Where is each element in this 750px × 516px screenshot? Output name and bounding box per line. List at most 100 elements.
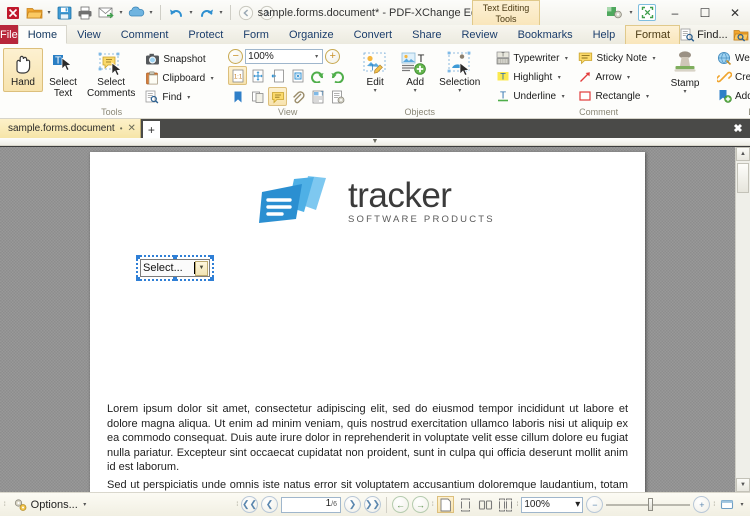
page-number-field[interactable]: 1 /6	[280, 496, 341, 513]
select-text-button[interactable]: T Select Text	[43, 48, 83, 102]
customize-caret-icon[interactable]: ▾	[627, 9, 635, 16]
two-pages-button[interactable]	[477, 496, 494, 513]
content-pane-button[interactable]: T	[308, 87, 327, 106]
single-page-continuous-button[interactable]	[457, 496, 474, 513]
maximize-button[interactable]: ☐	[690, 0, 720, 25]
scrollbar-thumb[interactable]	[737, 163, 749, 193]
prev-page-button[interactable]: ❮	[260, 496, 278, 513]
edit-caret-icon[interactable]: ▾	[374, 88, 377, 94]
tab-organize[interactable]: Organize	[279, 25, 344, 44]
arrow-caret-icon[interactable]: ▾	[625, 74, 633, 81]
pdf-page[interactable]: tracker SOFTWARE PRODUCTS Select... ▼ Lo…	[90, 152, 645, 492]
find-caret-icon[interactable]: ▾	[185, 94, 193, 101]
selection-button[interactable]: Selection ▾	[435, 48, 484, 97]
zoom-in-button[interactable]: +	[325, 49, 341, 64]
web-links-button[interactable]: Web Links ▾	[713, 49, 750, 67]
open-file-icon[interactable]	[24, 3, 44, 23]
email-caret-icon[interactable]: ▾	[117, 9, 125, 16]
thumbnails-pane-button[interactable]	[248, 87, 267, 106]
actual-size-button[interactable]: 1:1	[228, 66, 248, 85]
last-page-button[interactable]: ❯❯	[363, 496, 381, 513]
selection-caret-icon[interactable]: ▾	[458, 88, 461, 94]
fullscreen-icon[interactable]	[638, 4, 656, 21]
select-comments-button[interactable]: Select Comments	[83, 48, 139, 102]
fit-page-button[interactable]	[248, 66, 267, 85]
app-logo-icon[interactable]	[3, 3, 23, 23]
contextual-tab-text-editing-tools[interactable]: Text Editing Tools	[472, 0, 540, 25]
tab-comment[interactable]: Comment	[111, 25, 179, 44]
rotate-cw-button[interactable]	[328, 66, 347, 85]
email-icon[interactable]	[96, 3, 116, 23]
zoom-out-button[interactable]: −	[228, 49, 244, 64]
zoom-slider[interactable]	[606, 496, 691, 513]
previous-view-button[interactable]: ←	[391, 496, 409, 513]
cloud-caret-icon[interactable]: ▾	[147, 9, 155, 16]
sticky-note-caret-icon[interactable]: ▾	[650, 55, 658, 62]
customize-icon[interactable]	[604, 3, 624, 23]
bookmarks-pane-button[interactable]	[228, 87, 247, 106]
fit-visible-button[interactable]	[288, 66, 307, 85]
comments-pane-button[interactable]	[268, 87, 288, 106]
tab-form[interactable]: Form	[233, 25, 279, 44]
status-zoom-in-button[interactable]: +	[693, 496, 711, 513]
fit-mode-button[interactable]	[718, 496, 735, 513]
new-tab-button[interactable]: +	[142, 121, 160, 138]
redo-caret-icon[interactable]: ▾	[217, 9, 225, 16]
save-icon[interactable]	[54, 3, 74, 23]
arrow-button[interactable]: Arrow ▾	[574, 68, 662, 86]
attachments-pane-button[interactable]	[288, 87, 307, 106]
edit-objects-button[interactable]: T Edit ▾	[355, 48, 395, 97]
add-caret-icon[interactable]: ▾	[414, 88, 417, 94]
tab-convert[interactable]: Convert	[344, 25, 403, 44]
typewriter-caret-icon[interactable]: ▾	[562, 55, 570, 62]
zoom-slider-knob[interactable]	[648, 498, 654, 511]
redo-icon[interactable]	[196, 3, 216, 23]
stamp-caret-icon[interactable]: ▾	[684, 89, 687, 95]
undo-caret-icon[interactable]: ▾	[187, 9, 195, 16]
tab-file[interactable]: File	[0, 25, 18, 44]
stamp-button[interactable]: Stamp ▾	[665, 49, 705, 98]
snapshot-button[interactable]: Snapshot	[141, 50, 220, 68]
properties-pane-button[interactable]	[328, 87, 347, 106]
rectangle-button[interactable]: Rectangle ▾	[574, 87, 662, 105]
tab-view[interactable]: View	[67, 25, 111, 44]
undo-icon[interactable]	[166, 3, 186, 23]
scroll-up-button[interactable]: ▲	[736, 147, 750, 161]
open-caret-icon[interactable]: ▾	[45, 9, 53, 16]
minimize-button[interactable]: –	[660, 0, 690, 25]
highlight-button[interactable]: T Highlight ▾	[492, 68, 574, 86]
zoom-level-combo[interactable]: 100% ▾	[245, 49, 324, 64]
tab-format[interactable]: Format	[625, 25, 681, 44]
tab-home[interactable]: Home	[17, 25, 68, 44]
status-zoom-caret-icon[interactable]: ▾	[575, 499, 580, 510]
find-button[interactable]: Find...	[680, 28, 728, 42]
tab-review[interactable]: Review	[451, 25, 507, 44]
clipboard-button[interactable]: Clipboard ▾	[141, 69, 220, 87]
tab-bookmarks[interactable]: Bookmarks	[508, 25, 583, 44]
next-page-button[interactable]: ❯	[343, 496, 361, 513]
zoom-combo-caret-icon[interactable]: ▾	[313, 53, 320, 60]
rotate-ccw-button[interactable]	[308, 66, 327, 85]
print-icon[interactable]	[75, 3, 95, 23]
document-tab-close-icon[interactable]: ✕	[128, 123, 136, 134]
highlight-caret-icon[interactable]: ▾	[555, 74, 563, 81]
scroll-down-button[interactable]: ▼	[736, 478, 750, 492]
sticky-note-button[interactable]: Sticky Note ▾	[574, 49, 662, 67]
next-view-icon[interactable]	[257, 3, 277, 23]
fit-mode-caret-icon[interactable]: ▾	[738, 501, 746, 508]
typewriter-button[interactable]: T Typewriter ▾	[492, 49, 574, 67]
first-page-button[interactable]: ❮❮	[240, 496, 258, 513]
search-button[interactable]: Search...	[733, 28, 750, 42]
find-tool-button[interactable]: Find ▾	[141, 88, 220, 106]
tab-help[interactable]: Help	[583, 25, 626, 44]
two-pages-continuous-button[interactable]	[497, 496, 514, 513]
single-page-layout-button[interactable]	[436, 496, 454, 513]
create-link-button[interactable]: Create Link	[713, 68, 750, 86]
tab-share[interactable]: Share	[402, 25, 451, 44]
fit-width-button[interactable]	[268, 66, 287, 85]
vertical-scrollbar[interactable]: ▲ ▼	[735, 147, 750, 492]
underline-button[interactable]: T Underline ▾	[492, 87, 574, 105]
status-zoom-combo[interactable]: 100% ▾	[521, 496, 584, 513]
close-button[interactable]: ✕	[720, 0, 750, 25]
tab-protect[interactable]: Protect	[178, 25, 233, 44]
